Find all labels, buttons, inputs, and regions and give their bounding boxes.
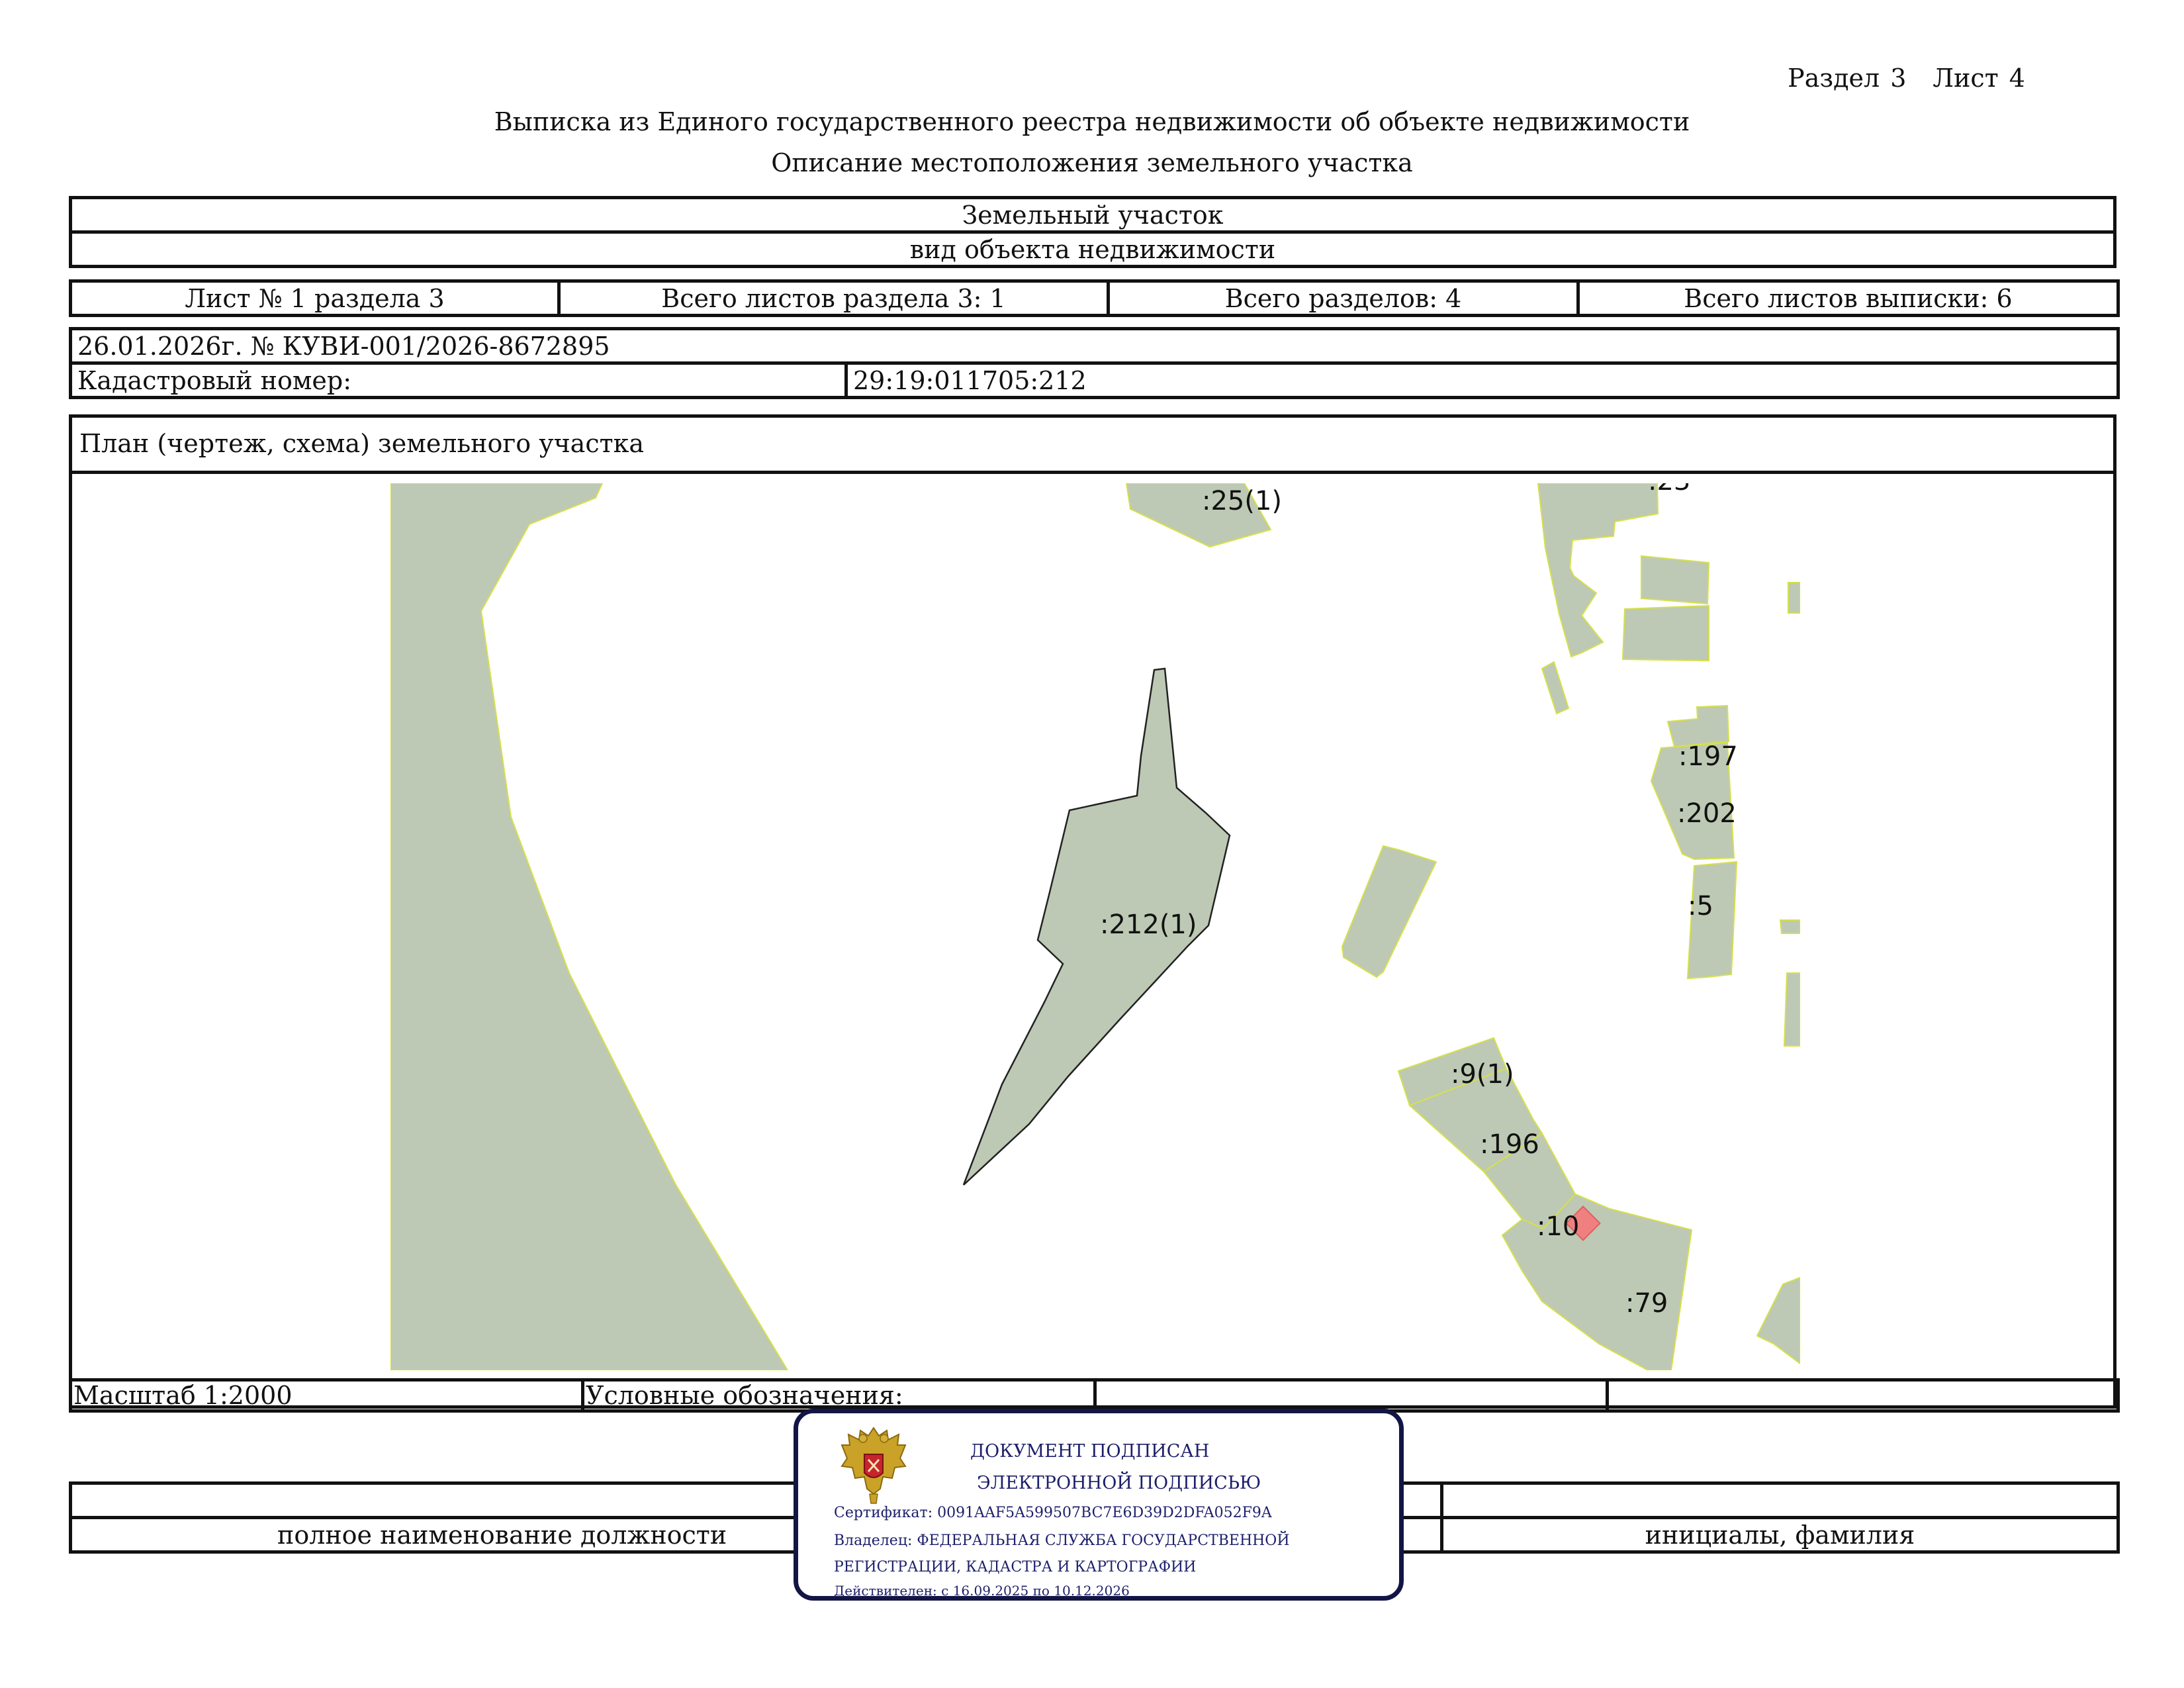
certificate-number: Сертификат: 0091AAF5A599507BC7E6D39D2DFA… bbox=[834, 1505, 1272, 1521]
legend-label: Условные обозначения: bbox=[581, 1378, 1097, 1413]
parcel-label-10: :10 bbox=[1537, 1211, 1579, 1242]
name-value-empty bbox=[1440, 1481, 2120, 1519]
parcel-label-9: :9(1) bbox=[1451, 1059, 1514, 1090]
sheet-no: Лист № 1 раздела 3 bbox=[69, 279, 561, 317]
parcel-top-right-d bbox=[1788, 582, 1800, 614]
cadastral-table: 26.01.2026г. № КУВИ-001/2026-8672895 Кад… bbox=[68, 327, 2120, 399]
parcel-label-5: :5 bbox=[1688, 891, 1713, 921]
plan-divider bbox=[69, 471, 2116, 474]
parcel-label-196: :196 bbox=[1480, 1129, 1539, 1160]
parcel-197 bbox=[1666, 704, 1730, 748]
electronic-signature-stamp: ДОКУМЕНТ ПОДПИСАН ЭЛЕКТРОННОЙ ПОДПИСЬЮ С… bbox=[794, 1409, 1404, 1601]
cadastral-map: :25(1) :23 :212(1) :197 :202 :5 :9(1) :1… bbox=[390, 483, 1800, 1370]
certificate-owner-line-2: РЕГИСТРАЦИИ, КАДАСТРА И КАРТОГРАФИИ bbox=[834, 1559, 1197, 1575]
cadastral-label: Кадастровый номер: bbox=[69, 361, 848, 399]
parcel-right-edge-b bbox=[1783, 972, 1800, 1047]
parcel-right-edge-a bbox=[1779, 919, 1800, 934]
double-headed-eagle-emblem-icon bbox=[841, 1427, 907, 1504]
parcel-top-right-b bbox=[1641, 555, 1710, 605]
parcel-label-25: :25(1) bbox=[1202, 486, 1282, 516]
plan-title: План (чертеж, схема) земельного участка bbox=[79, 429, 645, 458]
parcel-label-23: :23 bbox=[1648, 483, 1690, 496]
object-type-table: Земельный участок вид объекта недвижимос… bbox=[69, 196, 2116, 268]
section-number: Раздел 3 bbox=[1788, 64, 1907, 93]
parcel-right-bottom bbox=[1756, 1276, 1800, 1365]
scale-legend-table: Масштаб 1:2000 Условные обозначения: bbox=[69, 1378, 2120, 1413]
document-title: Выписка из Единого государственного реес… bbox=[494, 107, 1690, 136]
section-sheet-header: Раздел 3 Лист 4 bbox=[1788, 64, 2025, 93]
object-type-value: Земельный участок bbox=[69, 196, 2116, 234]
parcel-mid-strip bbox=[1341, 845, 1437, 978]
parcel-small-strip bbox=[1541, 661, 1570, 715]
legend-cell-empty-2 bbox=[1606, 1378, 2120, 1413]
parcel-top-right-c bbox=[1621, 604, 1709, 662]
parcel-label-202: :202 bbox=[1677, 798, 1737, 829]
certificate-owner-line-1: Владелец: ФЕДЕРАЛЬНАЯ СЛУЖБА ГОСУДАРСТВЕ… bbox=[834, 1532, 1290, 1549]
stamp-line-1: ДОКУМЕНТ ПОДПИСАН bbox=[970, 1441, 1210, 1462]
stamp-line-2: ЭЛЕКТРОННОЙ ПОДПИСЬЮ bbox=[977, 1473, 1261, 1493]
sheets-info-table: Лист № 1 раздела 3 Всего листов раздела … bbox=[69, 279, 2120, 317]
total-section-sheets: Всего листов раздела 3: 1 bbox=[557, 279, 1110, 317]
map-scale: Масштаб 1:2000 bbox=[69, 1378, 584, 1413]
legend-cell-empty-1 bbox=[1093, 1378, 1609, 1413]
parcel-label-197: :197 bbox=[1678, 741, 1738, 772]
object-type-caption: вид объекта недвижимости bbox=[69, 230, 2116, 268]
cadastral-number: 29:19:011705:212 bbox=[844, 361, 2120, 399]
parcel-label-212: :212(1) bbox=[1100, 910, 1197, 940]
name-caption: инициалы, фамилия bbox=[1440, 1516, 2120, 1554]
total-extract-sheets: Всего листов выписки: 6 bbox=[1576, 279, 2120, 317]
document-subtitle: Описание местоположения земельного участ… bbox=[771, 148, 1413, 177]
document-date-number: 26.01.2026г. № КУВИ-001/2026-8672895 bbox=[68, 327, 2120, 365]
certificate-validity: Действителен: с 16.09.2025 по 10.12.2026 bbox=[834, 1583, 1130, 1599]
parcel-left-large bbox=[390, 483, 789, 1370]
total-sections: Всего разделов: 4 bbox=[1107, 279, 1580, 317]
sheet-number: Лист 4 bbox=[1933, 64, 2025, 93]
parcel-label-79: :79 bbox=[1625, 1288, 1668, 1319]
